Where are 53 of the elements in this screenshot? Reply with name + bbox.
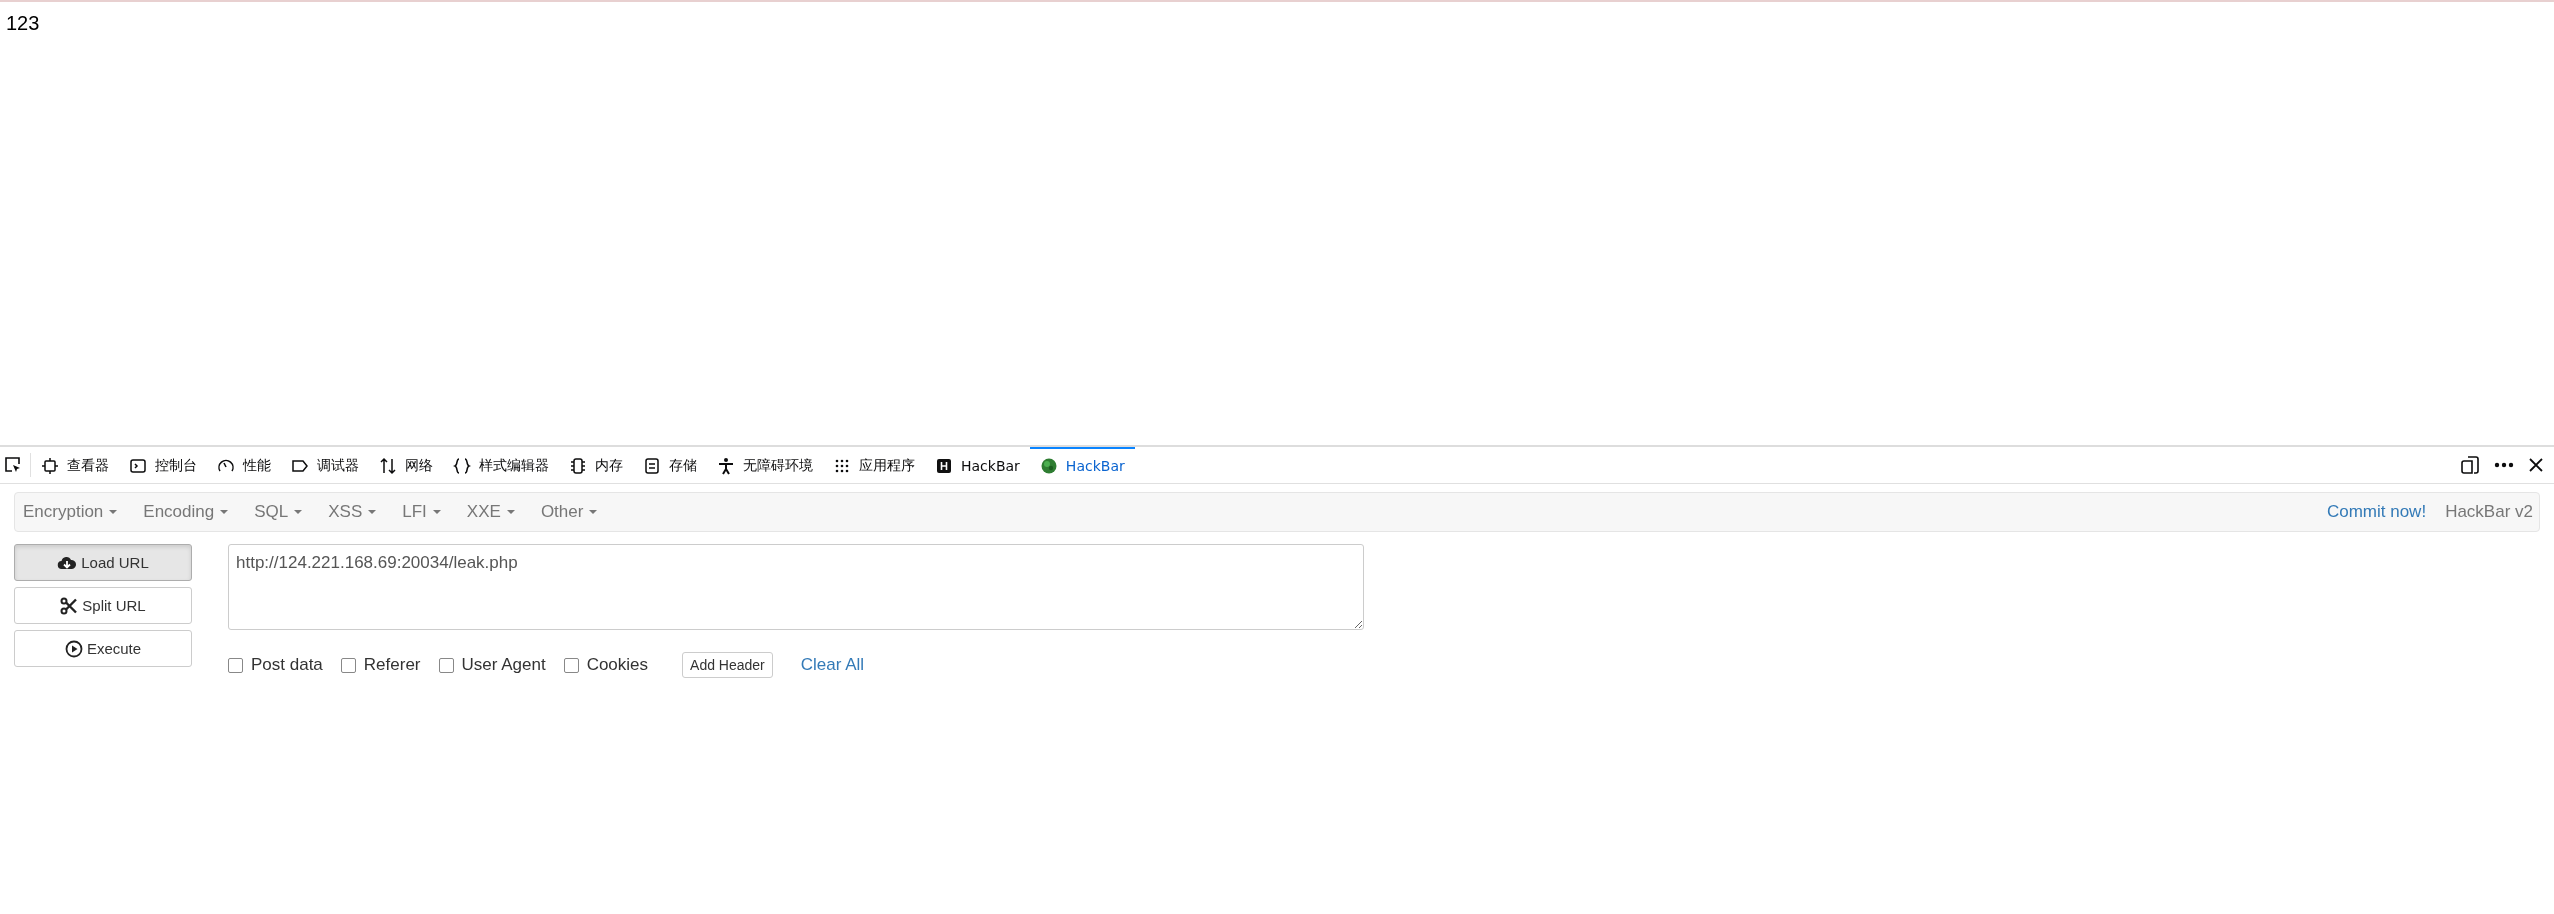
- action-button[interactable]: Load URL: [14, 544, 192, 581]
- menu-dropdown[interactable]: XXE: [464, 502, 525, 522]
- storage-icon: [643, 457, 661, 475]
- checkbox[interactable]: [438, 657, 454, 673]
- devtools-tab[interactable]: HackBar: [925, 447, 1030, 483]
- menu-dropdown[interactable]: Encryption: [21, 502, 128, 522]
- more-icon[interactable]: [2494, 462, 2514, 468]
- checkbox[interactable]: [563, 657, 579, 673]
- devtools-tab[interactable]: 样式编辑器: [443, 447, 559, 483]
- devtools-tab[interactable]: 性能: [207, 447, 281, 483]
- memory-icon: [569, 457, 587, 475]
- devtools-tab[interactable]: 网络: [369, 447, 443, 483]
- add-header-button[interactable]: Add Header: [682, 652, 773, 678]
- page-text: 123: [6, 12, 40, 34]
- devtools-tab[interactable]: 控制台: [119, 447, 207, 483]
- checkbox[interactable]: [340, 657, 356, 673]
- devtools-tab[interactable]: 存储: [633, 447, 707, 483]
- braces-icon: [453, 457, 471, 475]
- globe-icon: [1039, 457, 1058, 475]
- dock-icon[interactable]: [2460, 455, 2480, 475]
- checkbox[interactable]: [228, 657, 243, 673]
- play-icon: [64, 639, 83, 658]
- commit-link[interactable]: Commit now!: [2326, 502, 2427, 522]
- arrows-icon: [379, 457, 397, 475]
- tag-icon: [291, 457, 309, 475]
- scissors-icon: [60, 596, 79, 615]
- close-icon[interactable]: [2528, 457, 2544, 473]
- devtools-tab[interactable]: HackBar: [1029, 447, 1135, 483]
- grid-icon: [833, 457, 851, 475]
- menu-dropdown[interactable]: LFI: [400, 502, 451, 522]
- devtools-tab[interactable]: 应用程序: [823, 447, 925, 483]
- menu-dropdown[interactable]: Other: [538, 502, 608, 522]
- action-button[interactable]: Split URL: [14, 587, 192, 624]
- menu-dropdown[interactable]: SQL: [252, 502, 313, 522]
- checkbox-label: Referer: [363, 655, 421, 675]
- menu-dropdown[interactable]: Encoding: [141, 502, 239, 522]
- checkbox-label: User Agent: [461, 655, 546, 675]
- devtools-tab[interactable]: 内存: [559, 447, 633, 483]
- checkbox-label: Post data: [251, 655, 323, 675]
- devtools-tab[interactable]: 调试器: [281, 447, 369, 483]
- devtools-tab[interactable]: 无障碍环境: [707, 447, 823, 483]
- menu-dropdown[interactable]: XSS: [326, 502, 387, 522]
- element-picker-icon[interactable]: [4, 456, 22, 474]
- action-button[interactable]: Execute: [14, 630, 192, 667]
- version-label: HackBar v2: [2445, 502, 2533, 522]
- checkbox-label: Cookies: [586, 655, 649, 675]
- person-icon: [717, 457, 735, 475]
- square-icon: [935, 457, 953, 475]
- terminal-icon: [129, 457, 147, 475]
- clear-all-link[interactable]: Clear All: [800, 655, 865, 675]
- url-field[interactable]: http://124.221.168.69:20034/leak.php: [228, 544, 1364, 630]
- chip-icon: [41, 457, 59, 475]
- devtools-tab[interactable]: 查看器: [31, 447, 119, 483]
